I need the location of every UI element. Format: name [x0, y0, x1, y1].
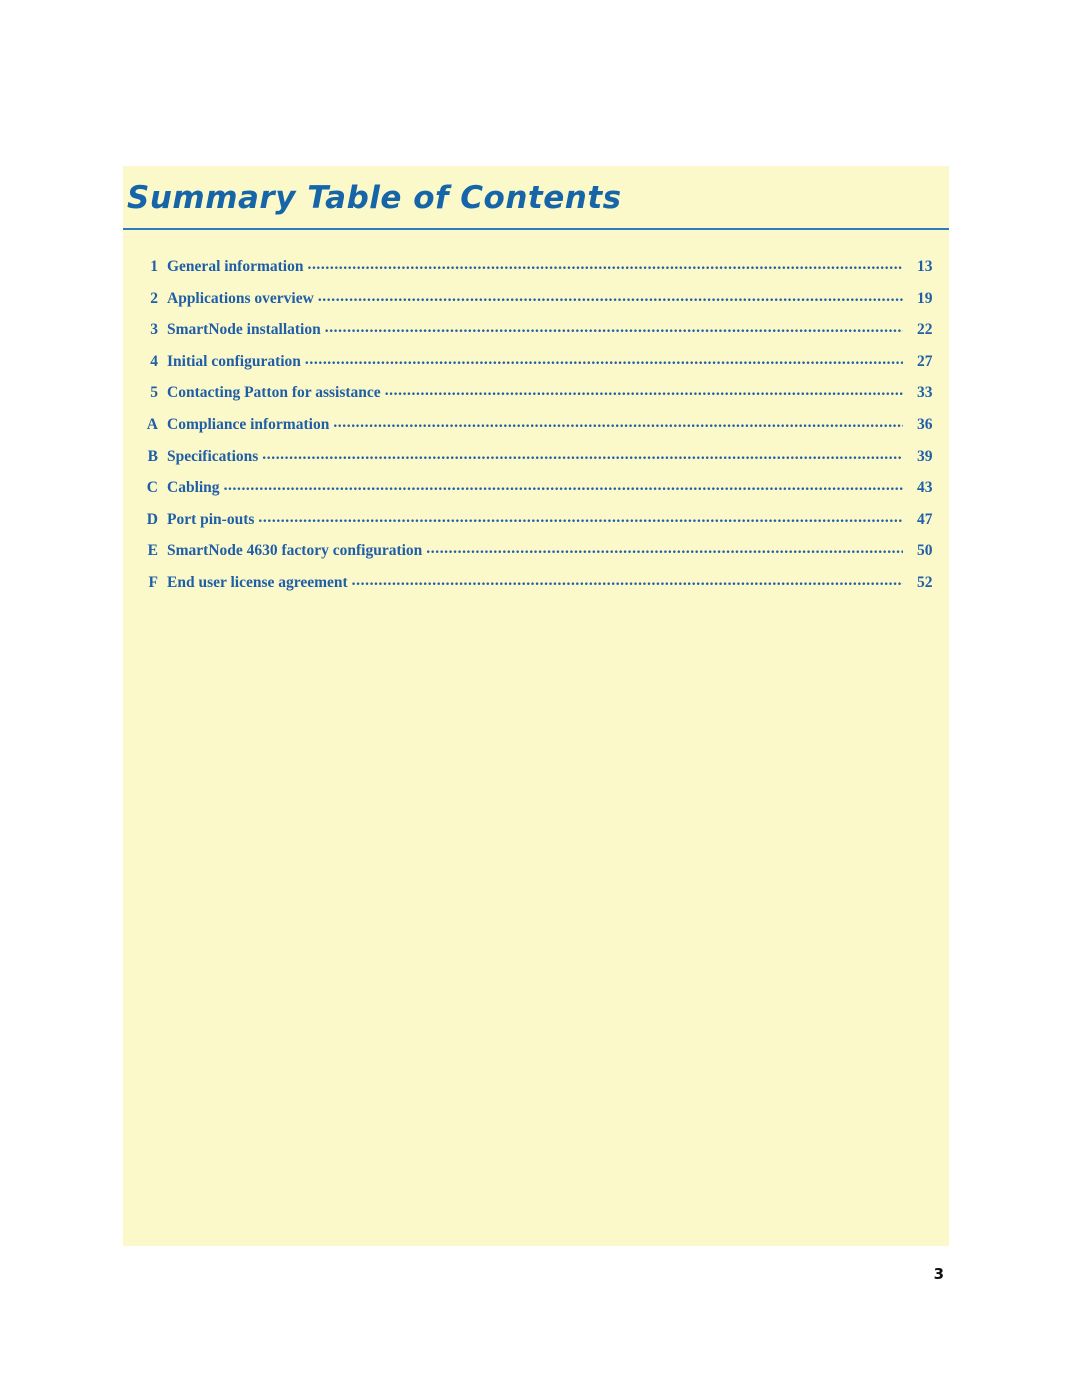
toc-entry-number: 5 — [150, 384, 158, 402]
toc-entry-leader: ........................................… — [333, 413, 903, 431]
toc-entry-page: 13 — [917, 258, 933, 275]
toc-entry-number: E — [147, 542, 158, 560]
toc-entry-leader: ........................................… — [307, 256, 903, 273]
toc-entry-leader: ........................................… — [258, 508, 903, 526]
toc-entry[interactable]: F End user license agreement.............… — [123, 571, 949, 606]
toc-entry-label: SmartNode 4630 factory configuration — [167, 542, 423, 560]
toc-entry-number: 3 — [150, 321, 158, 339]
toc-entry-label: Port pin-outs — [167, 510, 255, 528]
toc-entry-number: A — [146, 415, 158, 433]
toc-entry-number: C — [146, 479, 158, 497]
toc-entry-label: Applications overview — [167, 289, 314, 307]
toc-entry[interactable]: C Cabling................................… — [123, 477, 949, 511]
toc-entry-leader: ........................................… — [384, 382, 903, 400]
document-page: Summary Table of Contents 1 General infor… — [0, 0, 1080, 1397]
toc-entry-page: 50 — [917, 542, 933, 560]
toc-entry-number: B — [147, 447, 158, 465]
toc-entry-label: Initial configuration — [167, 352, 301, 370]
toc-entry-page: 22 — [917, 321, 933, 339]
toc-entry[interactable]: 5 Contacting Patton for assistance.......… — [123, 382, 949, 416]
toc-entry-number: 2 — [150, 289, 158, 307]
toc-entry[interactable]: 2 Applications overview..................… — [123, 287, 949, 322]
toc-entry-leader: ........................................… — [223, 477, 903, 495]
page-folio: 3 — [933, 1265, 944, 1283]
toc-entry-label: SmartNode installation — [167, 321, 321, 339]
toc-entry[interactable]: E SmartNode 4630 factory configuration...… — [123, 540, 949, 574]
toc-entry-page: 52 — [917, 573, 933, 591]
toc-entry-page: 33 — [917, 384, 933, 402]
toc-entry-label: Specifications — [167, 447, 259, 465]
toc-entry-page: 36 — [917, 415, 933, 433]
toc-entry[interactable]: D Port pin-outs..........................… — [123, 508, 949, 543]
toc-entry-label: End user license agreement — [167, 573, 348, 591]
page-title: Summary Table of Contents — [127, 180, 622, 216]
toc-entry-page: 43 — [917, 479, 933, 497]
toc-entry-label: Contacting Patton for assistance — [167, 384, 381, 402]
title-divider — [123, 228, 949, 230]
toc-entry-leader: ........................................… — [262, 445, 903, 463]
toc-entry[interactable]: 1 General information....................… — [123, 256, 949, 290]
toc-entry-number: 4 — [150, 352, 158, 370]
toc-entry-leader: ........................................… — [324, 319, 903, 337]
toc-entry-leader: ........................................… — [317, 287, 903, 305]
toc-entry-number: 1 — [150, 258, 158, 275]
toc-entry-number: D — [146, 510, 158, 528]
toc-entry-label: Cabling — [167, 479, 220, 497]
toc-entry-page: 47 — [917, 510, 933, 528]
toc-entry-leader: ........................................… — [426, 540, 903, 558]
table-of-contents: 1 General information....................… — [123, 256, 949, 606]
toc-entry-number: F — [148, 573, 158, 591]
toc-entry-page: 39 — [917, 447, 933, 465]
toc-entry-leader: ........................................… — [351, 571, 903, 589]
toc-entry[interactable]: A Compliance information.................… — [123, 413, 949, 448]
toc-entry-label: Compliance information — [167, 415, 330, 433]
toc-entry[interactable]: 4 Initial configuration..................… — [123, 350, 949, 385]
toc-entry[interactable]: 3 SmartNode installation.................… — [123, 319, 949, 353]
toc-entry-leader: ........................................… — [304, 350, 903, 368]
toc-entry-page: 19 — [917, 289, 933, 307]
toc-entry-page: 27 — [917, 352, 933, 370]
toc-entry-label: General information — [167, 258, 304, 275]
toc-entry[interactable]: B Specifications.........................… — [123, 445, 949, 480]
